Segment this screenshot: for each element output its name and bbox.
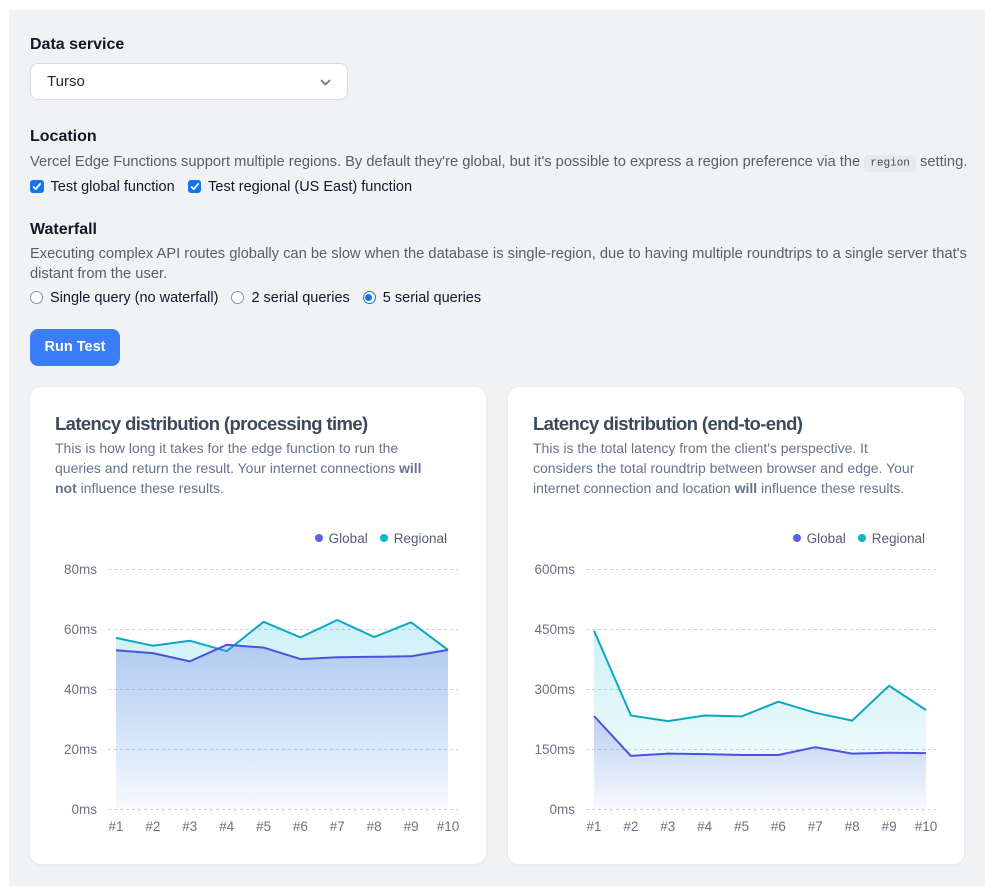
svg-text:#3: #3 <box>182 819 197 834</box>
svg-text:#10: #10 <box>915 819 938 834</box>
svg-text:#5: #5 <box>256 819 271 834</box>
svg-text:#3: #3 <box>660 819 675 834</box>
svg-text:300ms: 300ms <box>534 682 575 697</box>
svg-text:#7: #7 <box>330 819 345 834</box>
svg-text:150ms: 150ms <box>534 742 575 757</box>
svg-text:#1: #1 <box>586 819 601 834</box>
svg-text:#9: #9 <box>404 819 419 834</box>
svg-text:600ms: 600ms <box>534 562 575 577</box>
svg-text:#10: #10 <box>437 819 460 834</box>
svg-text:#8: #8 <box>845 819 860 834</box>
svg-text:#1: #1 <box>108 819 123 834</box>
svg-text:#6: #6 <box>771 819 786 834</box>
svg-text:#6: #6 <box>293 819 308 834</box>
svg-text:#2: #2 <box>145 819 160 834</box>
svg-text:#5: #5 <box>734 819 749 834</box>
svg-text:#4: #4 <box>219 819 235 834</box>
svg-text:0ms: 0ms <box>71 802 97 817</box>
svg-text:20ms: 20ms <box>64 742 97 757</box>
svg-text:80ms: 80ms <box>64 562 97 577</box>
svg-text:450ms: 450ms <box>534 622 575 637</box>
svg-text:0ms: 0ms <box>549 802 575 817</box>
svg-text:#7: #7 <box>808 819 823 834</box>
svg-text:#4: #4 <box>697 819 713 834</box>
svg-text:60ms: 60ms <box>64 622 97 637</box>
svg-text:#2: #2 <box>623 819 638 834</box>
svg-text:#9: #9 <box>882 819 897 834</box>
svg-text:40ms: 40ms <box>64 682 97 697</box>
svg-text:#8: #8 <box>367 819 382 834</box>
